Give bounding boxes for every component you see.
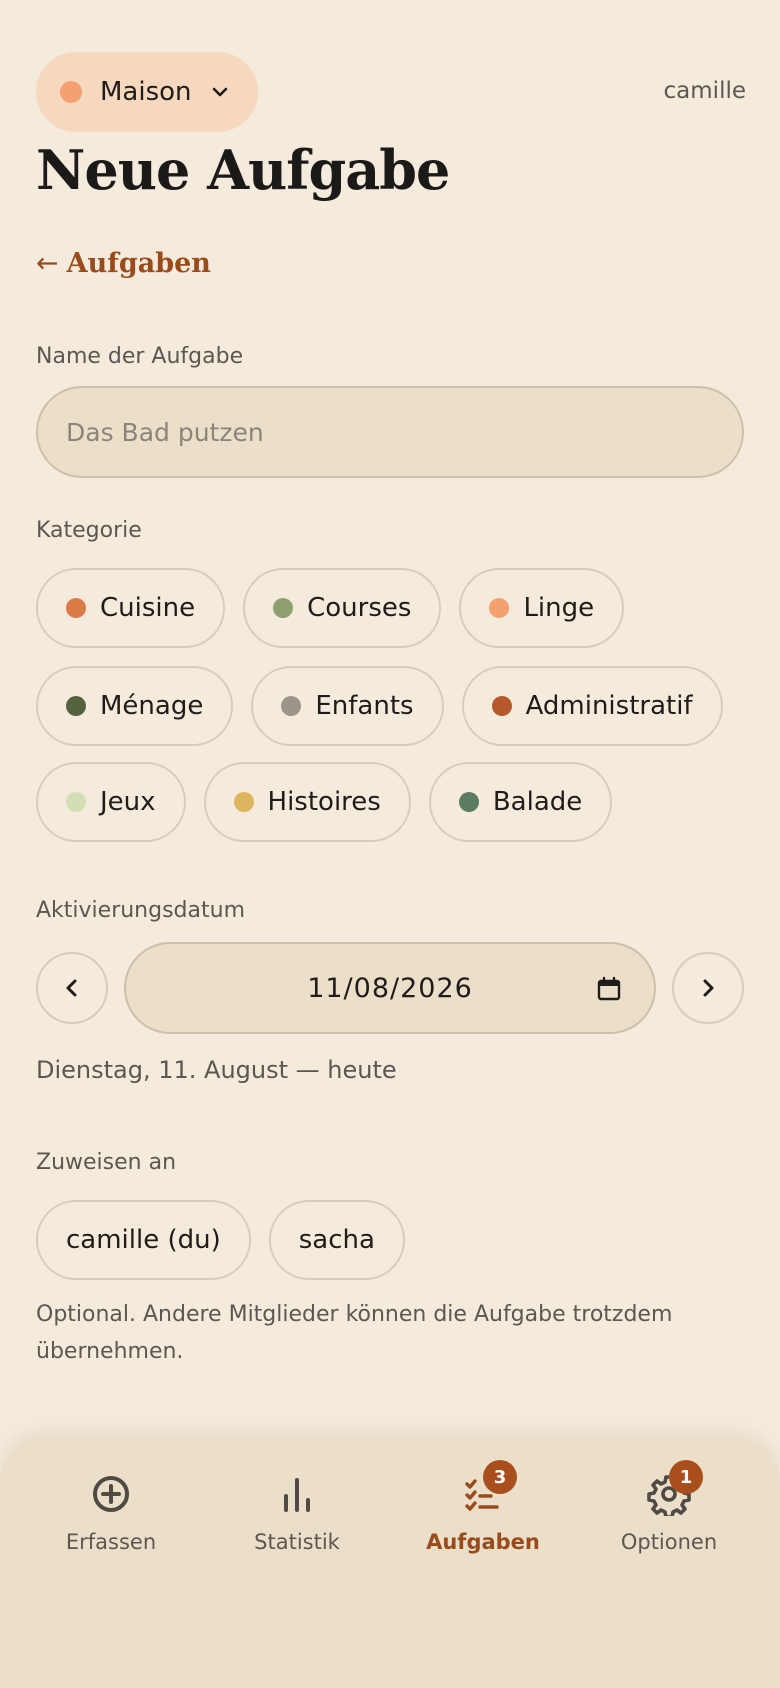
back-to-tasks-link[interactable]: ← Aufgaben	[36, 248, 211, 279]
category-chip-label: Histoires	[267, 787, 381, 817]
category-chip-courses[interactable]: Courses	[243, 568, 442, 648]
category-chip-label: Jeux	[100, 787, 156, 817]
next-day-button[interactable]	[672, 952, 744, 1024]
nav-item-statistik[interactable]: Statistik	[204, 1438, 390, 1568]
nav-label: Erfassen	[65, 1530, 157, 1554]
previous-day-button[interactable]	[36, 952, 108, 1024]
category-color-dot	[458, 792, 479, 812]
chevron-left-icon	[66, 979, 77, 997]
category-chip-linge[interactable]: Linge	[459, 568, 625, 648]
nav-label: Statistik	[254, 1530, 340, 1554]
current-user-name[interactable]: camille	[664, 78, 746, 104]
category-chip-label: Courses	[307, 593, 412, 623]
activation-date-caption: Dienstag, 11. August — heute	[36, 1056, 397, 1084]
category-color-dot	[281, 696, 302, 716]
assign-helper-text: Optional. Andere Mitglieder können die A…	[36, 1302, 673, 1364]
category-chip-label: Linge	[523, 593, 595, 623]
back-link-label: Aufgaben	[66, 248, 211, 279]
category-color-dot	[233, 792, 254, 812]
bottom-navigation: Erfassen Statistik 3 Aufgaben 1 Optionen	[0, 1438, 780, 1688]
options-count-badge: 1	[669, 1460, 703, 1494]
nav-item-optionen[interactable]: 1 Optionen	[576, 1438, 762, 1568]
category-chip-label: Ménage	[100, 691, 204, 721]
assignee-chip-camille[interactable]: camille (du)	[36, 1200, 251, 1280]
gear-icon: 1	[647, 1460, 703, 1519]
new-task-screen: Maison camille Neue Aufgabe ← Aufgaben N…	[0, 0, 780, 1688]
category-chip-balade[interactable]: Balade	[428, 762, 613, 842]
category-chip-row-2: Ménage Enfants Administratif	[36, 666, 723, 746]
chevron-right-icon	[703, 979, 714, 997]
category-chip-label: Administratif	[525, 691, 693, 721]
category-chip-menage[interactable]: Ménage	[36, 666, 234, 746]
household-color-dot	[60, 81, 82, 103]
category-chip-row-3: Jeux Histoires Balade	[36, 762, 613, 842]
tasks-count-badge: 3	[483, 1460, 517, 1494]
category-color-dot	[66, 696, 86, 716]
category-label: Kategorie	[36, 518, 142, 543]
activation-date-label: Aktivierungsdatum	[36, 898, 245, 923]
category-chip-label: Cuisine	[100, 593, 196, 623]
category-color-dot	[273, 598, 294, 618]
nav-label: Optionen	[620, 1530, 718, 1554]
household-name: Maison	[100, 77, 192, 107]
category-color-dot	[66, 792, 86, 812]
activation-date-field[interactable]: 11/08/2026	[124, 942, 656, 1034]
chevron-down-icon	[210, 82, 230, 102]
nav-item-aufgaben[interactable]: 3 Aufgaben	[390, 1438, 576, 1568]
task-name-label: Name der Aufgabe	[36, 344, 244, 369]
task-name-input[interactable]	[36, 386, 744, 478]
category-chip-cuisine[interactable]: Cuisine	[36, 568, 226, 648]
calendar-icon[interactable]	[596, 976, 622, 1002]
category-chip-histoires[interactable]: Histoires	[203, 762, 411, 842]
assignee-chip-sacha[interactable]: sacha	[268, 1200, 405, 1280]
task-list-icon: 3	[461, 1460, 517, 1516]
nav-item-erfassen[interactable]: Erfassen	[18, 1438, 204, 1568]
bar-chart-icon	[275, 1472, 319, 1516]
category-chip-label: Balade	[492, 787, 583, 817]
category-color-dot	[489, 598, 510, 618]
category-chip-row-1: Cuisine Courses Linge	[36, 568, 625, 648]
arrow-left-icon: ←	[36, 248, 59, 279]
plus-circle-icon	[89, 1472, 133, 1516]
assign-label: Zuweisen an	[36, 1150, 177, 1175]
page-title: Neue Aufgabe	[36, 138, 450, 202]
assignee-chip-label: sacha	[298, 1225, 375, 1255]
assignee-chip-label: camille (du)	[66, 1225, 221, 1255]
category-chip-label: Enfants	[315, 691, 414, 721]
category-color-dot	[491, 696, 512, 716]
category-chip-administratif[interactable]: Administratif	[461, 666, 723, 746]
household-selector[interactable]: Maison	[36, 52, 258, 132]
activation-date-value: 11/08/2026	[307, 972, 473, 1004]
category-chip-jeux[interactable]: Jeux	[36, 762, 186, 842]
category-chip-enfants[interactable]: Enfants	[251, 666, 444, 746]
assignee-chip-row: camille (du) sacha	[36, 1200, 405, 1280]
category-color-dot	[66, 598, 86, 618]
nav-label: Aufgaben	[426, 1530, 540, 1554]
